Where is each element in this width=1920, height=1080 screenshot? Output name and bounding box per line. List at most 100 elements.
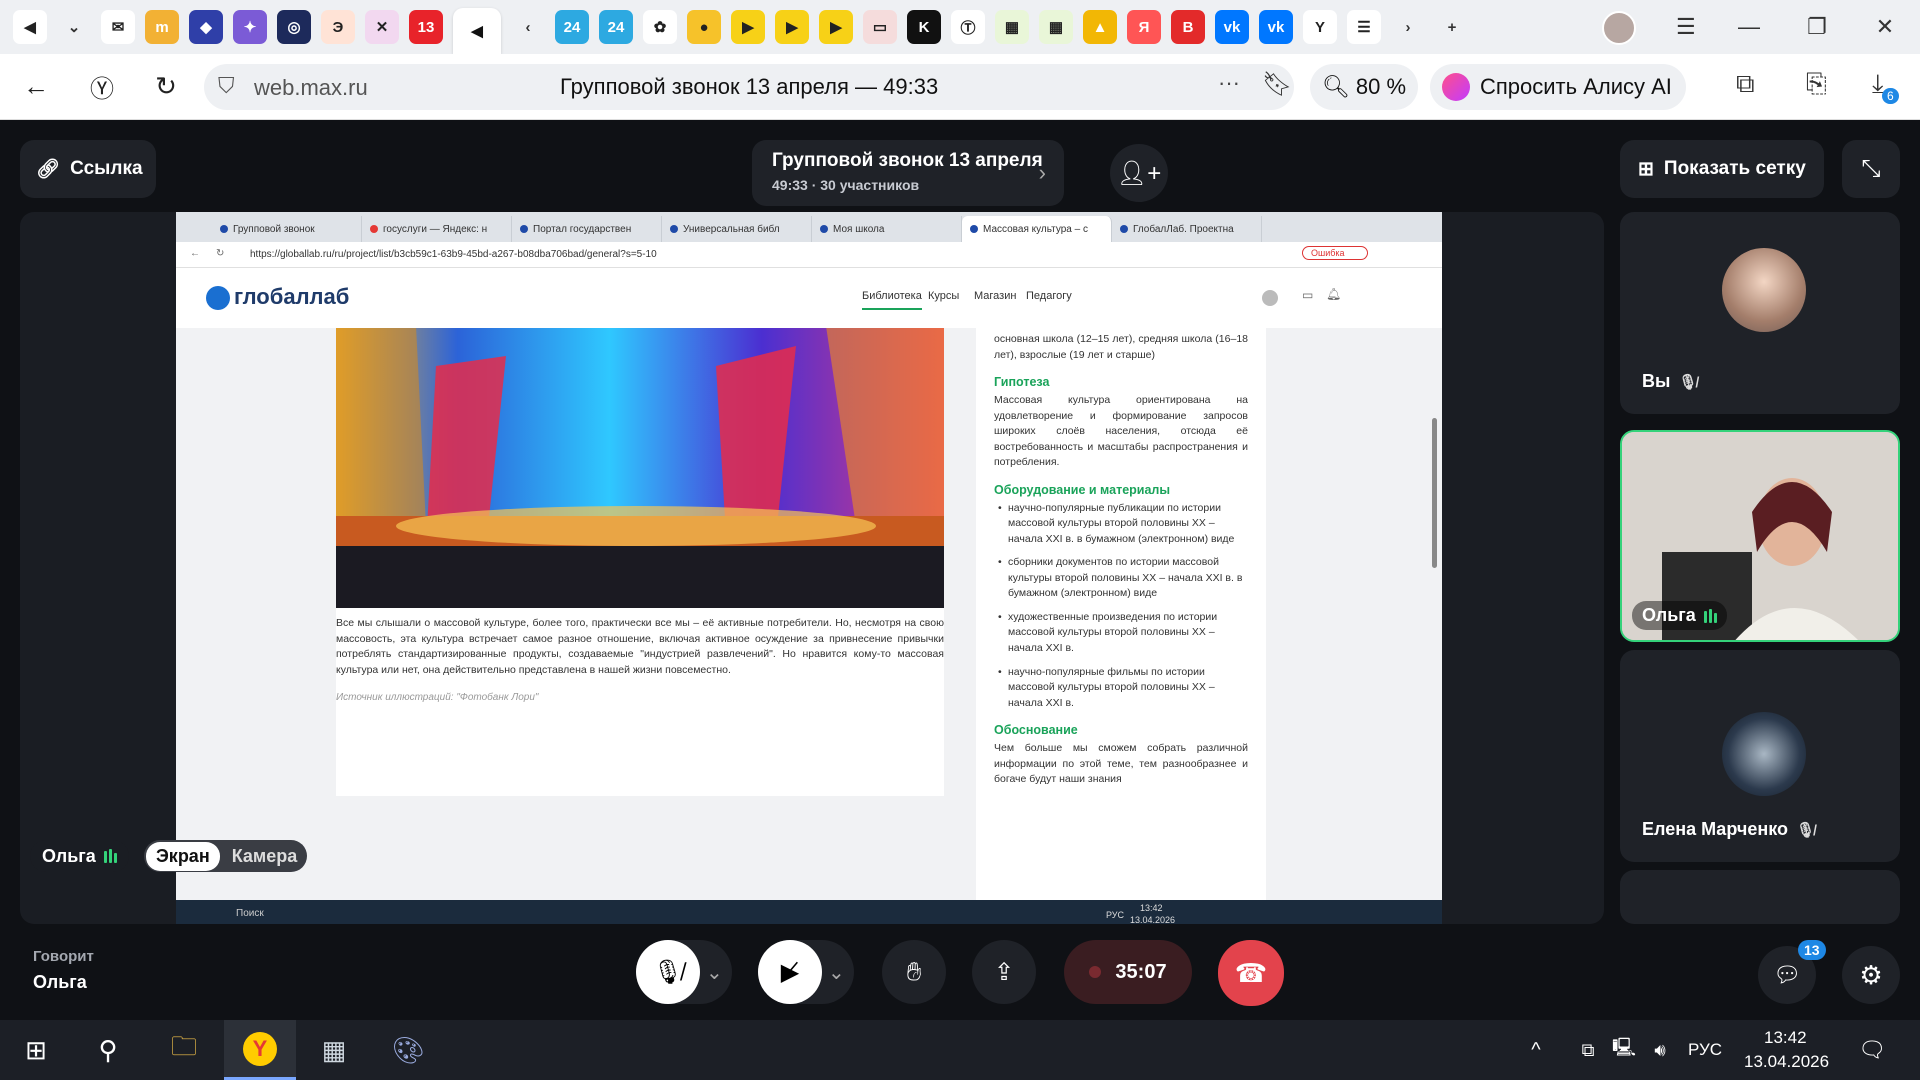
translate-icon[interactable]: ⎘: [1806, 68, 1827, 100]
age-text: основная школа (12–15 лет), средняя школ…: [994, 333, 1248, 361]
tab-24b-icon[interactable]: 24: [599, 10, 633, 44]
participant-tile-olga[interactable]: Ольга: [1620, 430, 1900, 642]
tab-yt3-icon[interactable]: ▶: [819, 10, 853, 44]
shared-tab-label: госуслуги — Яндекс: н: [383, 223, 488, 235]
favicon-icon: [820, 225, 828, 233]
tabs-right-icon[interactable]: ›: [1391, 10, 1425, 44]
more-icon[interactable]: ···: [1218, 70, 1240, 96]
tab-list-icon[interactable]: ☰: [1347, 10, 1381, 44]
tab-list-icon[interactable]: ☰: [1676, 14, 1696, 40]
call-title-card[interactable]: Групповой звонок 13 апреля 49:33 · 30 уч…: [752, 140, 1064, 206]
hangup-icon[interactable]: ☎︎: [1218, 940, 1284, 1006]
file-explorer-icon[interactable]: 🗀︎: [148, 1020, 220, 1080]
yandex-browser-icon[interactable]: Y: [224, 1020, 296, 1080]
tab-7-icon[interactable]: ✕: [365, 10, 399, 44]
tab-vk1-icon[interactable]: vk: [1215, 10, 1249, 44]
windows-taskbar: ⊞ ⚲ 🗀︎ Y ▦ 🎨︎ ^ ⧉ 🖳︎ 🔊︎ РУС 13:42 13.04.…: [0, 1020, 1920, 1080]
chevron-down-icon[interactable]: ⌄: [706, 960, 723, 985]
settings-icon[interactable]: ⚙︎: [1842, 946, 1900, 1004]
speaker-tab-icon[interactable]: ◀: [13, 10, 47, 44]
tab-g2-icon[interactable]: ▦: [1039, 10, 1073, 44]
tab-ya-icon[interactable]: Я: [1127, 10, 1161, 44]
tab-13-icon[interactable]: 13: [409, 10, 443, 44]
mic-off-icon[interactable]: 🎙︎̸: [636, 940, 700, 1004]
zoom-button[interactable]: 🔍︎ 80 %: [1310, 64, 1418, 110]
shared-url: https://globallab.ru/ru/project/list/b3c…: [250, 249, 657, 260]
taskbar-lang[interactable]: РУС: [1688, 1040, 1722, 1060]
reload-icon[interactable]: ↻: [146, 67, 186, 107]
camera-off-icon[interactable]: ▶̸: [758, 940, 822, 1004]
windows-start-icon[interactable]: ⊞: [0, 1020, 72, 1080]
mic-control[interactable]: 🎙︎̸ ⌄: [636, 940, 732, 1004]
shared-tab-label: Моя школа: [833, 223, 885, 235]
tray-device-icon[interactable]: ⧉: [1568, 1020, 1608, 1080]
tab-doc-icon[interactable]: ▭: [863, 10, 897, 44]
tab-y-icon[interactable]: Y: [1303, 10, 1337, 44]
tab-k-icon[interactable]: K: [907, 10, 941, 44]
tab-photos-icon[interactable]: ✿: [643, 10, 677, 44]
new-tab-icon[interactable]: +: [1435, 10, 1469, 44]
share-screen-icon[interactable]: ⇪: [972, 940, 1036, 1004]
shield-icon[interactable]: ⛉: [218, 73, 235, 99]
tab-24a-icon[interactable]: 24: [555, 10, 589, 44]
tab-5-icon[interactable]: ◎: [277, 10, 311, 44]
collections-icon[interactable]: ⧉: [1736, 68, 1755, 100]
tab-yt1-icon[interactable]: ▶: [731, 10, 765, 44]
grid-icon: ⊞: [1638, 158, 1654, 180]
call-title: Групповой звонок 13 апреля: [772, 150, 1043, 171]
raise-hand-icon[interactable]: ✋︎: [882, 940, 946, 1004]
restore-icon[interactable]: ❐: [1784, 0, 1850, 54]
search-icon[interactable]: ⚲: [72, 1020, 144, 1080]
participant-tile-elena[interactable]: Елена Марченко 🎙︎̸: [1620, 650, 1900, 862]
speaking-indicator-icon: [103, 849, 117, 863]
tab-t-icon[interactable]: Ⓣ: [951, 10, 985, 44]
camera-control[interactable]: ▶̸ ⌄: [758, 940, 854, 1004]
tab-camera[interactable]: Камера: [224, 842, 306, 871]
yandex-icon[interactable]: Ⓨ: [82, 67, 122, 107]
tab-notes-icon[interactable]: ●: [687, 10, 721, 44]
mail-tab-icon[interactable]: ✉: [101, 10, 135, 44]
tray-chevron-icon[interactable]: ^: [1516, 1020, 1556, 1080]
taskbar-time[interactable]: 13:42: [1764, 1028, 1807, 1048]
taskbar-date[interactable]: 13.04.2026: [1744, 1052, 1829, 1072]
collapse-icon[interactable]: ⤡: [1842, 140, 1900, 198]
participant-tile-more[interactable]: [1620, 870, 1900, 924]
network-icon[interactable]: 🖳︎: [1604, 1020, 1644, 1080]
tab-vk2-icon[interactable]: vk: [1259, 10, 1293, 44]
favicon-icon: [670, 225, 678, 233]
article-text: Все мы слышали о массовой культуре, боле…: [336, 617, 944, 676]
participant-tile-you[interactable]: Вы 🎙︎̸: [1620, 212, 1900, 414]
alice-button[interactable]: Спросить Алису AI: [1430, 64, 1686, 110]
globallab-logo-icon: [206, 286, 230, 310]
profile-avatar[interactable]: [1602, 11, 1636, 45]
chevron-down-icon[interactable]: ⌄: [57, 10, 91, 44]
url-text[interactable]: web.max.ru: [254, 75, 368, 101]
calculator-icon[interactable]: ▦: [298, 1020, 370, 1080]
tab-yt2-icon[interactable]: ▶: [775, 10, 809, 44]
tab-6-icon[interactable]: Э: [321, 10, 355, 44]
chevron-right-icon: ›: [1038, 160, 1046, 185]
shared-taskbar: Поиск РУС 13:42 13.04.2026: [176, 900, 1442, 924]
close-icon[interactable]: ✕: [1852, 0, 1918, 54]
bookmark-icon[interactable]: 🔖︎: [1262, 70, 1292, 99]
show-grid-button[interactable]: ⊞ Показать сетку: [1620, 140, 1824, 198]
tab-g1-icon[interactable]: ▦: [995, 10, 1029, 44]
favicon-icon: [1120, 225, 1128, 233]
tab-screen[interactable]: Экран: [146, 841, 220, 871]
paint-icon[interactable]: 🎨︎: [372, 1020, 444, 1080]
link-button[interactable]: 🔗︎ Ссылка: [20, 140, 156, 198]
tab-3-icon[interactable]: ◆: [189, 10, 223, 44]
tab-pic-icon[interactable]: ▲: [1083, 10, 1117, 44]
chevron-down-icon[interactable]: ⌄: [828, 960, 845, 985]
tab-red-icon[interactable]: В: [1171, 10, 1205, 44]
active-speaker-tab-icon[interactable]: ◀: [453, 8, 501, 54]
tabs-left-icon[interactable]: ‹: [511, 10, 545, 44]
volume-icon[interactable]: 🔊︎: [1640, 1020, 1680, 1080]
recording-timer[interactable]: 35:07: [1064, 940, 1192, 1004]
minimize-icon[interactable]: —: [1716, 0, 1782, 54]
tab-4-icon[interactable]: ✦: [233, 10, 267, 44]
tab-2-icon[interactable]: m: [145, 10, 179, 44]
back-icon[interactable]: ←: [16, 67, 56, 107]
notifications-icon[interactable]: 🗨︎: [1836, 1020, 1908, 1080]
add-participant-icon[interactable]: 👤︎+: [1110, 144, 1168, 202]
